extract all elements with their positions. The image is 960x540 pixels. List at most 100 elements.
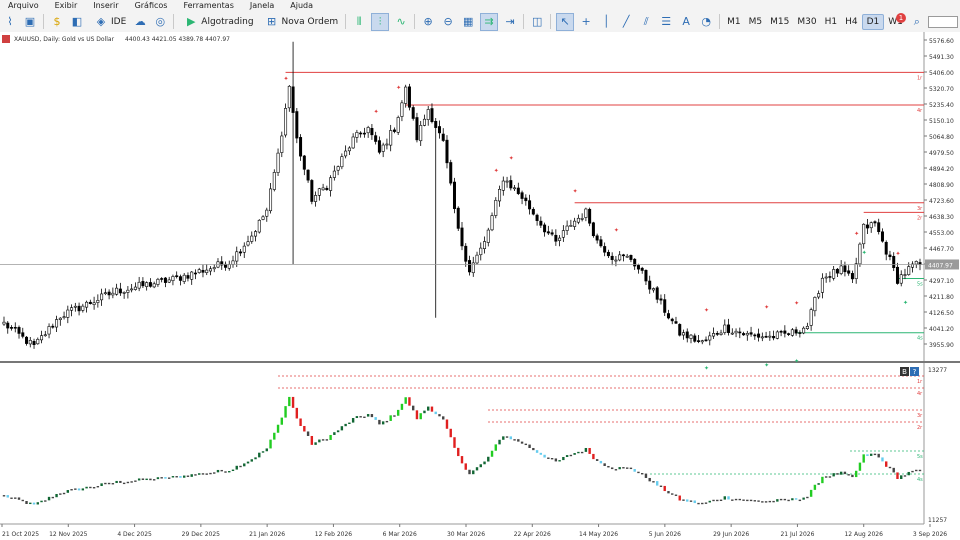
indicator-bar [36,502,39,505]
candle-body [884,241,888,255]
candle-body [685,331,689,339]
chart-shift-icon[interactable]: ⇥ [502,14,518,30]
indicator-bar [246,461,250,464]
candle-body [843,265,847,273]
candle-body [468,260,472,273]
candle-body [554,234,558,242]
shapes-icon[interactable]: ◔ [698,14,714,30]
market-icon[interactable]: $ [49,14,65,30]
indicator-bar [595,459,599,461]
timeframe-m5[interactable]: M5 [745,15,767,29]
indicator-bar [550,457,554,460]
trendline-icon[interactable]: ╱ [618,14,634,30]
candle-body [227,264,231,269]
candle-body [2,321,6,325]
timeframe-h4[interactable]: H4 [841,15,862,29]
candle-body [62,316,66,318]
auto-scroll-icon[interactable]: ⇉ [480,12,499,31]
timeframe-m1[interactable]: M1 [723,15,745,29]
crosshair-icon[interactable]: + [578,14,594,30]
timeframe-h1[interactable]: H1 [821,15,842,29]
grid-icon[interactable]: ▦ [460,14,476,30]
indicator-help-button[interactable]: ? [910,367,919,376]
screenshot-icon[interactable]: ◫ [529,14,545,30]
indicator-bar [400,403,404,410]
candle-body [839,265,843,274]
play-icon: ▶ [187,15,196,28]
candle-body [524,197,528,202]
price-chart[interactable]: XAUUSD, Daily: Gold vs US Dollar 4400.43… [0,32,960,540]
indicator-b-button[interactable]: B [900,367,909,376]
indicator-bar [892,467,895,473]
candle-body [58,317,62,321]
search-icon[interactable]: ⌕ [909,14,925,30]
candle-body [584,208,588,218]
sub-support-label: 4s [917,477,923,483]
indicator-bar [828,476,832,478]
indicator-bar [637,471,640,474]
menu-arquivo[interactable]: Arquivo [0,1,47,10]
candle-body [186,275,190,279]
candle-body [798,332,802,334]
candle-body [760,336,764,339]
menu-ajuda[interactable]: Ajuda [282,1,321,10]
indicator-bar [291,396,295,408]
indicator-bar [115,480,118,484]
indicator-bar [74,488,77,490]
toolbar-divider [414,14,416,29]
timeframe-d1[interactable]: D1 [861,13,885,30]
candle-body [377,140,381,153]
cursor-icon[interactable]: ↖ [556,12,575,31]
menu-inserir[interactable]: Inserir [85,1,126,10]
new-order-button[interactable]: ⊞ Nova Ordem [258,13,343,30]
indicator-bar [599,460,603,464]
menu-janela[interactable]: Janela [242,1,282,10]
indicator-bar [783,498,787,501]
profile-icon[interactable]: ◧ [69,14,85,30]
cloud-icon[interactable]: ☁ [132,14,148,30]
templates-icon[interactable]: ▣ [22,14,38,30]
zoom-in-icon[interactable]: ⊕ [420,14,436,30]
candle-body [479,247,483,256]
candle-body [280,135,284,153]
menu-graficos[interactable]: Gráficos [127,1,176,10]
date-tick-label: 30 Mar 2026 [447,531,485,538]
support-label: 4s [917,336,923,342]
candle-body [422,118,426,126]
indicator-bar [918,469,922,472]
timeframe-m15[interactable]: M15 [766,15,793,29]
indicator-bar [787,499,790,502]
candle-body [441,133,445,141]
indicator-bar [224,471,227,473]
up-fractal-marker: ✦ [704,307,709,314]
indicator-bar [111,483,115,485]
indicator-bar [701,502,704,505]
vertical-line-icon[interactable]: │ [598,14,614,30]
ide-button[interactable]: ◈ IDE [87,13,130,30]
candle-body [850,273,854,280]
menu-ferramentas[interactable]: Ferramentas [175,1,241,10]
candle-body [569,225,573,227]
chart-type-icon[interactable]: ⌇ [2,14,18,30]
candle-body [133,286,137,290]
candle-body [865,224,869,229]
zoom-out-icon[interactable]: ⊖ [440,14,456,30]
vps-icon[interactable]: ◎ [152,14,168,30]
candle-body [47,326,51,335]
candlestick-icon[interactable]: ⫶ [371,12,390,31]
date-tick-label: 3 Sep 2026 [913,531,947,538]
algotrading-button[interactable]: ▶ Algotrading [177,13,257,30]
indicator-bar [903,475,907,477]
bar-chart-icon[interactable]: ⫴ [351,14,367,30]
text-tool-icon[interactable]: A [678,14,694,30]
menu-exibir[interactable]: Exibir [47,1,86,10]
indicator-bar [468,469,471,475]
line-chart-icon[interactable]: ∿ [393,14,409,30]
candle-body [651,288,655,291]
fibonacci-icon[interactable]: ☰ [658,14,674,30]
candle-body [419,125,423,142]
timeframe-m30[interactable]: M30 [793,15,820,29]
candle-body [704,339,708,342]
indicator-bar [107,482,111,485]
channel-icon[interactable]: ⫽ [638,14,654,30]
